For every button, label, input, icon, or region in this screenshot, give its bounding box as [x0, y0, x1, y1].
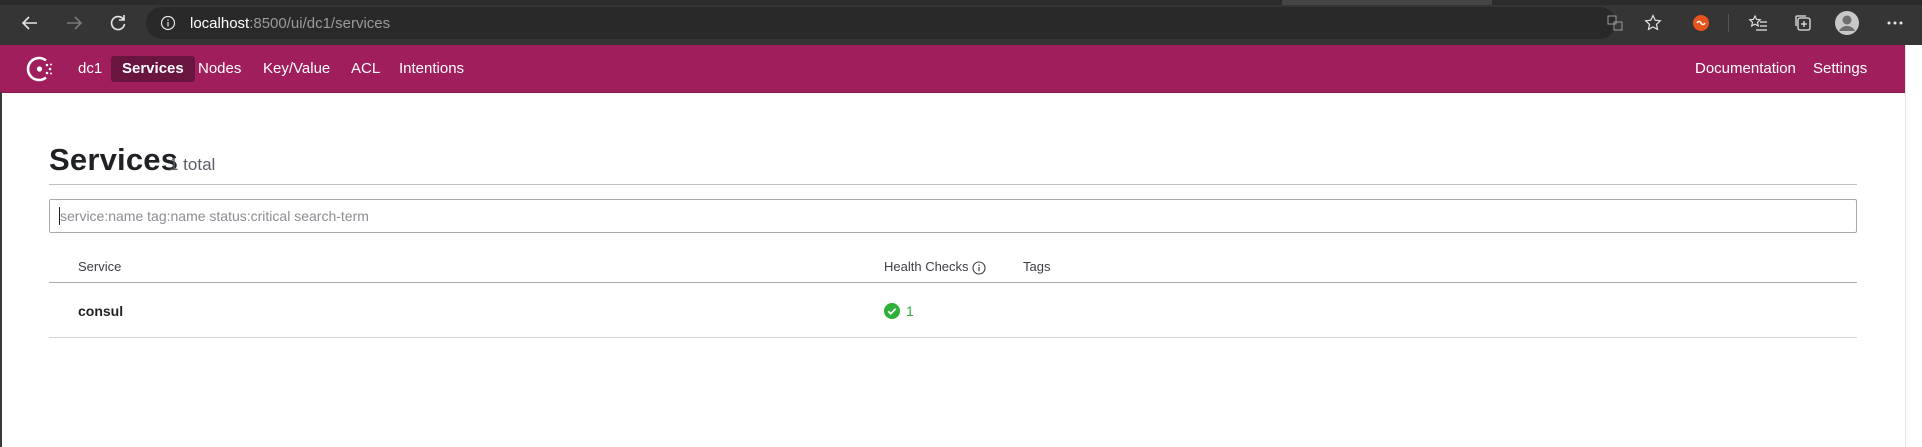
column-header-service: Service: [78, 259, 122, 274]
nav-services[interactable]: Services: [111, 56, 195, 82]
title-divider: [49, 184, 1857, 185]
consul-logo-icon[interactable]: [25, 54, 55, 84]
column-header-tags: Tags: [1023, 259, 1051, 274]
back-arrow-icon[interactable]: [15, 8, 45, 38]
browser-toolbar: localhost:8500/ui/dc1/services: [0, 0, 1922, 45]
page-title: Services: [49, 142, 179, 177]
url-path: :8500/ui/dc1/services: [249, 14, 391, 32]
info-circle-icon[interactable]: [971, 261, 986, 275]
check-circle-icon: [884, 303, 900, 319]
more-icon[interactable]: [1880, 8, 1910, 38]
passing-checks-count: 1: [906, 303, 914, 319]
favorites-icon[interactable]: [1743, 8, 1773, 38]
text-caret: [59, 207, 60, 225]
nav-nodes[interactable]: Nodes: [187, 56, 252, 82]
service-count: 1 total: [169, 155, 216, 174]
search-box[interactable]: [49, 199, 1857, 233]
nav-intentions[interactable]: Intentions: [388, 56, 475, 82]
translate-icon[interactable]: [1606, 14, 1624, 32]
search-input[interactable]: [58, 200, 1842, 232]
service-name-link[interactable]: consul: [78, 303, 123, 319]
extension-icon[interactable]: [1686, 8, 1716, 38]
toolbar-divider: [1728, 14, 1729, 32]
forward-arrow-icon[interactable]: [59, 8, 89, 38]
scrollbar[interactable]: [1905, 45, 1922, 447]
datacenter-selector[interactable]: dc1: [67, 56, 113, 82]
window-edge: [0, 92, 2, 447]
collections-icon[interactable]: [1788, 8, 1818, 38]
nav-key-value[interactable]: Key/Value: [252, 56, 341, 82]
documentation-link[interactable]: Documentation: [1695, 56, 1796, 82]
row-divider: [49, 337, 1857, 338]
app-header: dc1 Services Nodes Key/Value ACL Intenti…: [0, 45, 1905, 93]
health-check-status: 1: [884, 303, 914, 319]
table-header-divider: [49, 282, 1857, 283]
info-icon[interactable]: [160, 15, 176, 31]
column-header-health-checks: Health Checks: [884, 259, 986, 275]
health-checks-label: Health Checks: [884, 259, 969, 274]
nav-acl[interactable]: ACL: [340, 56, 391, 82]
settings-link[interactable]: Settings: [1813, 56, 1867, 82]
tab-segment[interactable]: [1282, 0, 1492, 5]
tab-strip: [0, 0, 1922, 5]
star-icon[interactable]: [1643, 13, 1663, 33]
refresh-icon[interactable]: [103, 8, 133, 38]
address-bar[interactable]: localhost:8500/ui/dc1/services: [146, 7, 1662, 39]
profile-icon[interactable]: [1832, 8, 1862, 38]
url-host: localhost: [190, 14, 250, 32]
